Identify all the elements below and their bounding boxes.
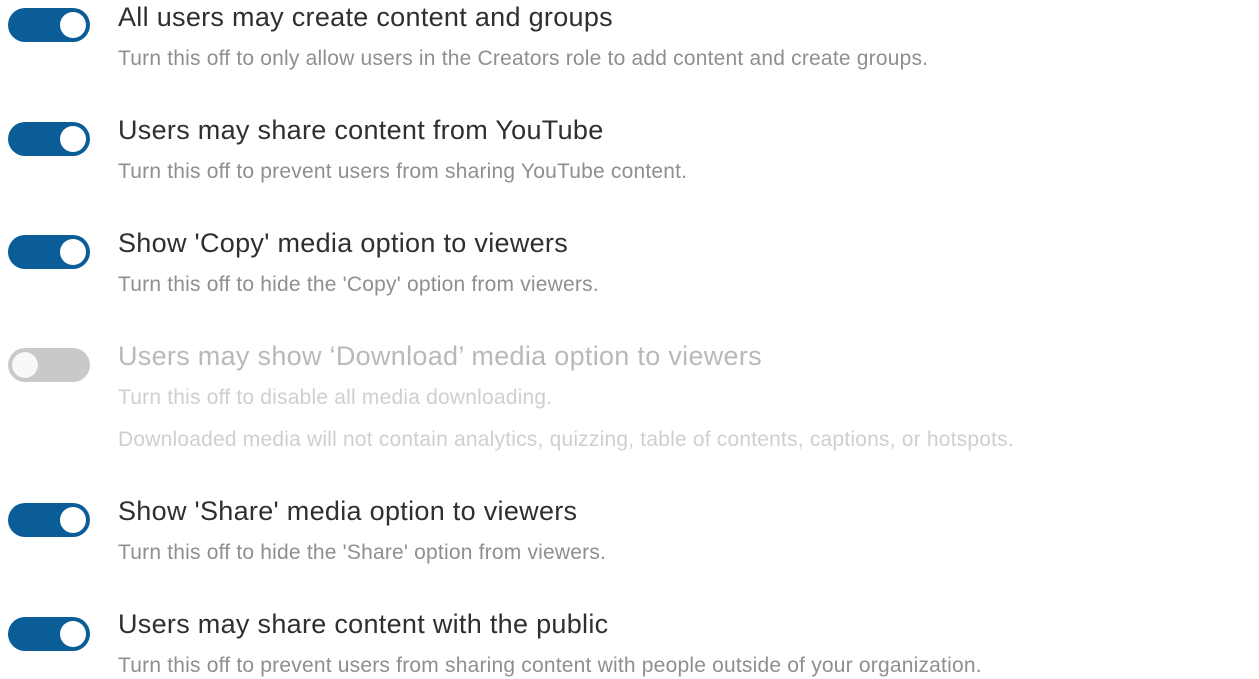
setting-title: Users may show ‘Download’ media option t…	[118, 341, 762, 371]
setting-description: Turn this off to prevent users from shar…	[118, 160, 688, 183]
share-option-toggle[interactable]	[8, 503, 90, 537]
toggle-knob	[60, 126, 86, 152]
setting-title: Users may share content with the public	[118, 609, 609, 639]
setting-description: Turn this off to prevent users from shar…	[118, 654, 982, 677]
share-youtube-toggle[interactable]	[8, 122, 90, 156]
setting-title: Show 'Share' media option to viewers	[118, 496, 578, 526]
setting-note: Downloaded media will not contain analyt…	[118, 428, 1014, 451]
toggle-knob	[60, 621, 86, 647]
setting-title: All users may create content and groups	[118, 2, 613, 32]
setting-description: Turn this off to only allow users in the…	[118, 47, 929, 70]
download-option-toggle[interactable]	[8, 348, 90, 382]
toggle-knob	[60, 239, 86, 265]
toggle-knob	[12, 352, 38, 378]
setting-title: Users may share content from YouTube	[118, 115, 604, 145]
toggle-knob	[60, 12, 86, 38]
create-content-toggle[interactable]	[8, 8, 90, 42]
setting-description: Turn this off to hide the 'Copy' option …	[118, 273, 599, 296]
toggle-knob	[60, 507, 86, 533]
setting-description: Turn this off to disable all media downl…	[118, 386, 553, 409]
setting-title: Show 'Copy' media option to viewers	[118, 228, 569, 258]
share-public-toggle[interactable]	[8, 617, 90, 651]
setting-description: Turn this off to hide the 'Share' option…	[118, 541, 607, 564]
copy-option-toggle[interactable]	[8, 235, 90, 269]
